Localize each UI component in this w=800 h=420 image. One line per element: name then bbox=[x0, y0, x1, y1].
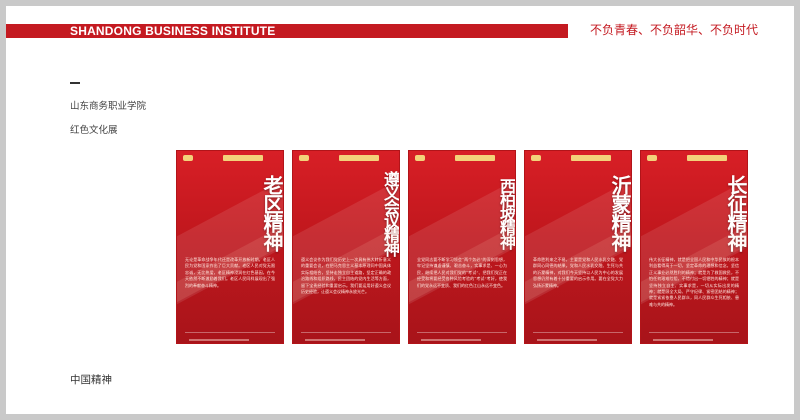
school-logo-icon bbox=[183, 155, 193, 161]
school-logo-icon bbox=[299, 155, 309, 161]
poster-title: 沂蒙精神 bbox=[608, 175, 632, 251]
poster-changzheng: 长征精神 伟大长征精神，就是把全国人民和中华民族的根本利益看得高于一切，坚定革命… bbox=[640, 150, 748, 344]
poster-footer-line bbox=[301, 332, 391, 337]
poster-footer-line bbox=[417, 332, 507, 337]
poster-footer-mark bbox=[305, 339, 365, 341]
poster-footer-mark bbox=[421, 339, 481, 341]
poster-laoqu: 老区精神 无论是革命战争年代还是改革开放新时期，老区人民为党和国家作出了巨大贡献… bbox=[176, 150, 284, 344]
badge-icon bbox=[455, 155, 495, 161]
school-logo-icon bbox=[647, 155, 657, 161]
poster-footer-mark bbox=[653, 339, 713, 341]
poster-title: 长征精神 bbox=[724, 175, 748, 251]
exhibition-name: 红色文化展 bbox=[70, 125, 118, 136]
poster-body: 全党同志要不断学习领会“两个务必”的深刻思想，牢记坚持谦虚谨慎、艰苦奋斗，实事求… bbox=[417, 257, 507, 288]
school-logo-icon bbox=[531, 155, 541, 161]
poster-body: 革命胜利来之不易，主要是党和人民水乳交融、党群同心同德的结果。党和人民水乳交融、… bbox=[533, 257, 623, 288]
poster-footer-line bbox=[649, 332, 739, 337]
poster-body: 无论是革命战争年代还是改革开放新时期，老区人民为党和国家作出了巨大贡献。老区人民… bbox=[185, 257, 275, 288]
slogan-text: 不负青春、不负韶华、不负时代 bbox=[590, 23, 759, 37]
poster-footer-line bbox=[533, 332, 623, 337]
poster-row: 老区精神 无论是革命战争年代还是改革开放新时期，老区人民为党和国家作出了巨大贡献… bbox=[176, 150, 750, 344]
section-dash bbox=[70, 82, 80, 84]
poster-footer-line bbox=[185, 332, 275, 337]
poster-body: 遵义会议作为我们党历史上一次具有伟大转折意义的重要会议，在把马克思主义基本原理同… bbox=[301, 257, 391, 295]
poster-title: 西柏坡精神 bbox=[497, 178, 516, 248]
poster-zunyi: 遵义会议精神 遵义会议作为我们党历史上一次具有伟大转折意义的重要会议，在把马克思… bbox=[292, 150, 400, 344]
poster-footer-mark bbox=[537, 339, 597, 341]
school-name: 山东商务职业学院 bbox=[70, 101, 147, 112]
poster-body: 伟大长征精神，就是把全国人民和中华民族的根本利益看得高于一切，坚定革命的理想和信… bbox=[649, 257, 739, 307]
school-logo-icon bbox=[415, 155, 425, 161]
poster-xibaipo: 西柏坡精神 全党同志要不断学习领会“两个务必”的深刻思想，牢记坚持谦虚谨慎、艰苦… bbox=[408, 150, 516, 344]
footer-label: 中国精神 bbox=[70, 374, 112, 386]
badge-icon bbox=[687, 155, 727, 161]
presentation-slide: SHANDONG BUSINESS INSTITUTE 不负青春、不负韶华、不负… bbox=[6, 6, 794, 414]
poster-title: 老区精神 bbox=[260, 175, 284, 251]
institute-title: SHANDONG BUSINESS INSTITUTE bbox=[70, 24, 276, 38]
badge-icon bbox=[223, 155, 263, 161]
poster-footer-mark bbox=[189, 339, 249, 341]
poster-title: 遵义会议精神 bbox=[381, 171, 400, 255]
badge-icon bbox=[339, 155, 379, 161]
poster-yimeng: 沂蒙精神 革命胜利来之不易，主要是党和人民水乳交融、党群同心同德的结果。党和人民… bbox=[524, 150, 632, 344]
badge-icon bbox=[571, 155, 611, 161]
